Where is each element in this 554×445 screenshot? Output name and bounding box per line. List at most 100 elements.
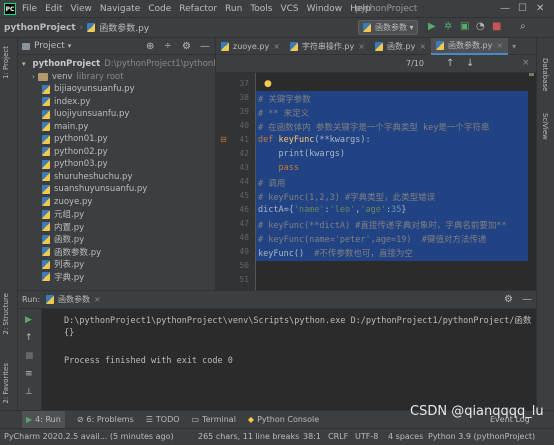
tree-item-file[interactable]: 字典.py xyxy=(18,271,215,284)
tree-root[interactable]: ▾ pythonProject D:\pythonProject1\python… xyxy=(18,58,215,71)
editor-tab-active[interactable]: 函数参数.py × xyxy=(431,37,509,55)
status-message[interactable]: PyCharm 2020.2.5 avail... (5 minutes ago… xyxy=(4,432,174,441)
close-tab-icon[interactable]: × xyxy=(358,42,365,51)
side-tab-sciview[interactable]: SciView xyxy=(541,113,549,140)
tree-item-file[interactable]: zuoye.py xyxy=(18,196,215,209)
tab-terminal[interactable]: ▭ Terminal xyxy=(192,415,236,424)
code-line: pass xyxy=(258,163,299,173)
tab-todo[interactable]: ☰ TODO xyxy=(146,415,180,424)
tab-terminal-label: Terminal xyxy=(202,415,236,424)
tab-python-console[interactable]: ◆ Python Console xyxy=(248,415,319,424)
close-run-tab-icon[interactable]: × xyxy=(94,295,101,304)
locate-icon[interactable]: ⊕ xyxy=(146,41,154,52)
find-prev-icon[interactable]: ↑ xyxy=(446,58,454,69)
menu-tools[interactable]: Tools xyxy=(250,4,272,14)
close-find-icon[interactable]: × xyxy=(522,58,530,68)
menu-code[interactable]: Code xyxy=(148,4,171,14)
chevron-right-icon[interactable]: › xyxy=(32,73,35,81)
tab-run[interactable]: ▶ 4: Run xyxy=(22,410,65,429)
chevron-down-icon[interactable]: ▾ xyxy=(68,42,72,50)
coverage-icon[interactable]: ▣ xyxy=(460,21,469,32)
editor-tabs: zuoye.py × 字符串操作.py × 函数.py × 函数参数.py × ▾ xyxy=(216,37,536,55)
menu-refactor[interactable]: Refactor xyxy=(179,4,217,14)
close-tab-icon[interactable]: × xyxy=(496,41,503,50)
scroll-up-icon[interactable]: ↑ xyxy=(25,333,33,343)
debug-icon[interactable]: ✲ xyxy=(444,21,452,32)
close-tab-icon[interactable]: × xyxy=(273,42,280,51)
line-number: 48 xyxy=(239,233,249,242)
tree-item-file[interactable]: suanshuyunsuanfu.py xyxy=(18,183,215,196)
menu-file[interactable]: File xyxy=(22,4,37,14)
maximize-icon[interactable]: ☐ xyxy=(518,3,527,14)
tree-item-file[interactable]: bijiaoyunsuanfu.py xyxy=(18,83,215,96)
close-tab-icon[interactable]: × xyxy=(419,42,426,51)
side-tab-project[interactable]: 1: Project xyxy=(2,46,10,79)
side-tab-favorites[interactable]: 2: Favorites xyxy=(2,363,10,404)
python-file-icon xyxy=(42,84,50,94)
pin-icon[interactable]: ⊥ xyxy=(25,387,33,397)
run-tab[interactable]: 函数参数 xyxy=(58,294,90,305)
run-icon[interactable]: ▶ xyxy=(428,21,436,32)
tree-item-file[interactable]: 列表.py xyxy=(18,258,215,271)
menu-vcs[interactable]: VCS xyxy=(280,4,298,14)
stop-icon[interactable]: ■ xyxy=(492,21,501,32)
side-tab-structure[interactable]: 2: Structure xyxy=(2,293,10,335)
tree-item-file[interactable]: 函数参数.py xyxy=(18,246,215,259)
code-string: 'name' xyxy=(293,205,325,215)
soft-wrap-icon[interactable]: ≡ xyxy=(25,369,33,379)
code-line: keyFunc() #不传参数也可，直接为空 xyxy=(258,247,413,259)
fold-icon[interactable]: ⊟ xyxy=(220,135,227,144)
status-indent[interactable]: 4 spaces xyxy=(388,432,423,441)
editor-tab[interactable]: zuoye.py × xyxy=(216,38,285,55)
tree-item-file[interactable]: python02.py xyxy=(18,146,215,159)
tree-item-file[interactable]: 内置.py xyxy=(18,221,215,234)
breadcrumb-file[interactable]: 函数参数.py xyxy=(99,21,149,34)
status-interpreter[interactable]: Python 3.9 (pythonProject) xyxy=(428,432,535,441)
collapse-all-icon[interactable]: ÷ xyxy=(164,41,172,51)
tree-item-file[interactable]: main.py xyxy=(18,121,215,134)
code-line: # keyFunc(**dictA) #直接传递字典对象时，字典名前要加** xyxy=(258,221,507,231)
editor-tab[interactable]: 函数.py × xyxy=(370,38,431,55)
status-encoding[interactable]: UTF-8 xyxy=(355,432,378,441)
stop-icon[interactable]: ■ xyxy=(25,351,34,361)
minimize-icon[interactable]: — xyxy=(500,3,510,14)
code-editor[interactable]: ● # 关键字参数 # ** 来定义 # 在函数体内 参数关键字是一个字典类型 … xyxy=(256,73,528,290)
lightbulb-icon[interactable]: ● xyxy=(264,79,272,89)
editor-tab[interactable]: 字符串操作.py × xyxy=(285,38,370,55)
project-panel: Project ▾ ⊕ ÷ ⚙ — ▾ pythonProject D:\pyt… xyxy=(18,38,216,290)
menu-window[interactable]: Window xyxy=(307,4,343,14)
breadcrumb-project[interactable]: pythonProject xyxy=(4,23,76,33)
tree-item-file[interactable]: python03.py xyxy=(18,158,215,171)
tree-item-file[interactable]: index.py xyxy=(18,96,215,109)
tree-item-file[interactable]: luojiyunsuanfu.py xyxy=(18,108,215,121)
find-next-icon[interactable]: ↓ xyxy=(466,58,474,69)
menu-edit[interactable]: Edit xyxy=(45,4,62,14)
tab-problems[interactable]: ⊘ 6: Problems xyxy=(77,415,134,424)
tree-item-file[interactable]: 元组.py xyxy=(18,208,215,221)
hide-icon[interactable]: — xyxy=(522,294,532,305)
chevron-down-icon[interactable]: ▾ xyxy=(22,60,26,68)
tree-item-file[interactable]: 函数.py xyxy=(18,233,215,246)
tree-item-file[interactable]: python01.py xyxy=(18,133,215,146)
menu-navigate[interactable]: Navigate xyxy=(100,4,140,14)
hide-icon[interactable]: — xyxy=(200,41,210,52)
rerun-icon[interactable]: ▶ xyxy=(25,315,32,325)
gear-icon[interactable]: ⚙ xyxy=(182,41,191,52)
menu-view[interactable]: View xyxy=(71,4,92,14)
tab-overflow-icon[interactable]: ▾ xyxy=(512,42,516,51)
gear-icon[interactable]: ⚙ xyxy=(504,294,513,305)
profile-icon[interactable]: ◔ xyxy=(476,21,485,32)
project-panel-title[interactable]: Project xyxy=(34,41,65,51)
menu-run[interactable]: Run xyxy=(225,4,242,14)
editor-scrollbar[interactable] xyxy=(528,73,536,290)
tree-item-label: python02.py xyxy=(54,146,108,157)
close-icon[interactable]: ✕ xyxy=(536,3,544,14)
search-everywhere-icon[interactable]: ⌕ xyxy=(520,21,526,32)
side-tab-database[interactable]: Database xyxy=(541,58,549,91)
watermark: CSDN @qianqqqq_lu xyxy=(410,404,544,419)
tree-item-file[interactable]: shuruheshuchu.py xyxy=(18,171,215,184)
run-config-select[interactable]: 函数参数 ▾ xyxy=(358,20,418,35)
status-line-separator[interactable]: CRLF xyxy=(328,432,348,441)
status-position[interactable]: 38:1 xyxy=(303,432,321,441)
tree-item-venv[interactable]: › venv library root xyxy=(18,71,215,84)
